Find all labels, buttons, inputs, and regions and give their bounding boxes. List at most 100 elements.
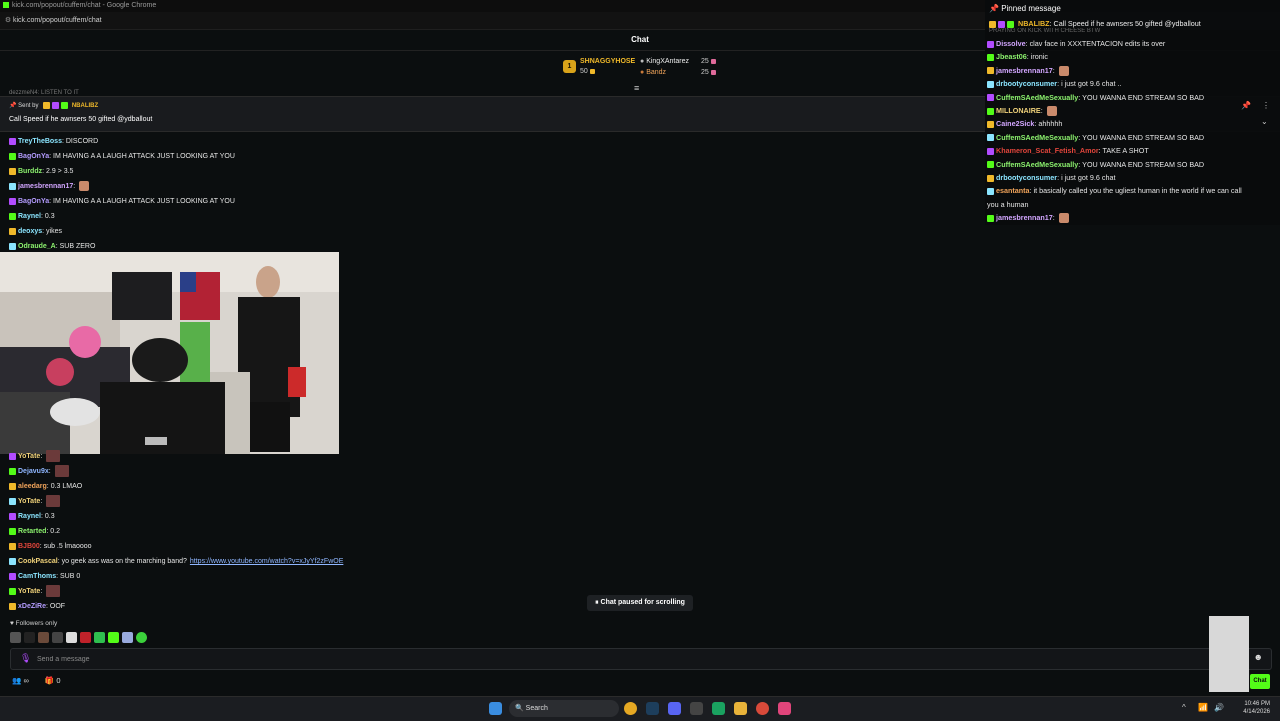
chat-message[interactable]: YoTate: [9,584,609,599]
app-icon[interactable] [690,702,703,715]
chat-message[interactable]: BJB00: sub .5 lmaoooo [9,539,609,554]
chat-username[interactable]: drbootyconsumer [996,79,1057,88]
chat-message[interactable]: CookPascal: yo geek ass was on the march… [9,554,609,569]
chat-username[interactable]: aleedarg [18,483,47,490]
chat-username[interactable]: Retarted [18,528,46,535]
chat-username[interactable]: Khameron_Scat_Fetish_Amor [996,146,1099,155]
chat-username[interactable]: Dejavu9x [18,468,49,475]
app2-icon[interactable] [712,702,725,715]
chat-message[interactable]: TreyTheBoss: DISCORD [9,134,609,149]
discord-icon[interactable] [668,702,681,715]
overlay-pinned-row: NBALIBZ: Call Speed if he awnsers 50 gif… [989,19,1201,28]
chat-username[interactable]: Burddz [18,168,42,175]
chat-message-text: 0.3 LMAO [50,483,83,490]
chat-message[interactable]: MILLONAIRE: [987,104,1277,117]
message-input[interactable] [35,652,1219,667]
chat-username[interactable]: MILLONAIRE [996,106,1041,115]
pin-icon[interactable]: 📌 [1241,101,1251,110]
chat-message[interactable]: BagOnYa: IM HAVING A A LAUGH ATTACK JUST… [9,149,609,164]
message-input-box[interactable]: 🎙 ☻ [10,648,1272,670]
collapse-chevron-icon[interactable]: ≡ [634,83,639,93]
chat-message[interactable]: Retarted: 0.2 [9,524,609,539]
chat-message-text: ahhhhh [1038,119,1063,129]
expand-chevron-icon[interactable]: ⌄ [1261,117,1268,126]
network-icon[interactable]: 📶 [1198,703,1208,712]
chat-message[interactable]: YoTate: [9,449,609,464]
chat-message[interactable]: BagOnYa: IM HAVING A A LAUGH ATTACK JUST… [9,194,609,209]
chrome2-icon[interactable] [756,702,769,715]
chat-message[interactable]: CamThoms: SUB 0 [9,569,609,584]
chat-username[interactable]: CuffemSAedMeSexually [996,93,1078,102]
chat-message[interactable]: jamesbrennan17: [9,179,609,194]
chat-username[interactable]: deoxys [18,228,42,235]
chat-message[interactable]: Dissolve: clav face in XXXTENTACION edit… [987,37,1277,50]
chat-message[interactable]: CuffemSAedMeSexually: YOU WANNA END STRE… [987,131,1277,144]
emote-quickbar[interactable] [10,632,150,644]
chat-username[interactable]: BagOnYa [18,153,49,160]
chat-username[interactable]: YoTate [18,588,40,595]
chat-username[interactable]: xDeZiRe [18,603,46,610]
chat-message[interactable]: Raynel: 0.3 [9,509,609,524]
more-options-icon[interactable]: ⋮ [1262,101,1270,110]
send-chat-button[interactable]: Chat [1250,674,1270,689]
chat-username[interactable]: esantanta [996,186,1030,195]
chat-message-text: YOU WANNA END STREAM SO BAD [1082,132,1205,142]
chat-username[interactable]: CuffemSAedMeSexually [996,133,1078,142]
steam-icon[interactable] [646,702,659,715]
chat-username[interactable]: Dissolve [996,39,1026,48]
tray-chevron-icon[interactable]: ^ [1182,703,1186,712]
chat-message[interactable]: jamesbrennan17: [987,211,1277,224]
chat-message-text: yikes [46,228,62,235]
chat-username[interactable]: YoTate [18,498,40,505]
chat-username[interactable]: Odraude_A [18,243,56,250]
chat-username[interactable]: jamesbrennan17 [996,66,1053,75]
chat-username[interactable]: BagOnYa [18,198,49,205]
site-settings-icon[interactable]: ⚙ [3,12,13,29]
chat-message[interactable]: deoxys: yikes [9,224,609,239]
url-text[interactable]: kick.com/popout/cuffem/chat [13,17,102,24]
chat-username[interactable]: YoTate [18,453,40,460]
taskbar-clock[interactable]: 10:46 PM 4/14/2026 [1243,700,1270,716]
chat-username[interactable]: CuffemSAedMeSexually [996,160,1078,169]
chat-username[interactable]: TreyTheBoss [18,138,62,145]
chat-message-link[interactable]: https://www.youtube.com/watch?v=xJyYf2zF… [190,558,343,565]
chat-username[interactable]: CookPascal [18,558,58,565]
chat-username[interactable]: CamThoms [18,573,56,580]
chat-message[interactable]: Caine2Sick: ahhhhh [987,117,1277,130]
chat-message[interactable]: xDeZiRe: OOF [9,599,609,614]
chat-message[interactable]: drbootyconsumer: i just got 9.6 chat [987,171,1277,184]
chat-message[interactable]: YoTate: [9,494,609,509]
chat-username[interactable]: jamesbrennan17 [18,183,73,190]
emoji-picker-icon[interactable]: ☻ [1254,652,1263,662]
chat-message[interactable]: CuffemSAedMeSexually: YOU WANNA END STRE… [987,91,1277,104]
chat-username[interactable]: Raynel [18,213,41,220]
chat-username[interactable]: jamesbrennan17 [996,213,1053,222]
chat-paused-button[interactable]: ⏸ Chat paused for scrolling [587,595,693,611]
chat-message[interactable]: Raynel: 0.3 [9,209,609,224]
chat-username[interactable]: Caine2Sick [996,119,1034,128]
windows-start-icon[interactable] [489,702,502,715]
chat-username[interactable]: Jbeast06 [996,52,1027,61]
taskbar-search[interactable]: 🔍 Search [509,700,619,717]
chat-message[interactable]: aleedarg: 0.3 LMAO [9,479,609,494]
microphone-icon[interactable]: 🎙 [20,653,31,664]
chat-username[interactable]: Raynel [18,513,41,520]
chat-message[interactable]: Dejavu9x: [9,464,609,479]
chat-message[interactable]: Jbeast06: ironic [987,50,1277,63]
chat-username[interactable]: drbootyconsumer [996,173,1057,182]
followers-only-label: ♥ Followers only [10,620,58,627]
chat-message[interactable]: Burddz: 2.9 > 3.5 [9,164,609,179]
file-explorer-icon[interactable] [734,702,747,715]
chat-message[interactable]: you a human [987,198,1277,211]
user-badge-icon [987,147,994,155]
chat-message[interactable]: drbootyconsumer: i just got 9.6 chat .. [987,77,1277,90]
chat-message[interactable]: esantanta: it basically called you the u… [987,184,1277,197]
chat-username[interactable]: BJB00 [18,543,40,550]
chat-message[interactable]: CuffemSAedMeSexually: YOU WANNA END STRE… [987,158,1277,171]
app3-icon[interactable] [778,702,791,715]
volume-icon[interactable]: 🔊 [1214,703,1224,712]
user-badge-icon [9,512,16,520]
chat-message[interactable]: jamesbrennan17: [987,64,1277,77]
chrome-icon[interactable] [624,702,637,715]
chat-message[interactable]: Khameron_Scat_Fetish_Amor: TAKE A SHOT [987,144,1277,157]
